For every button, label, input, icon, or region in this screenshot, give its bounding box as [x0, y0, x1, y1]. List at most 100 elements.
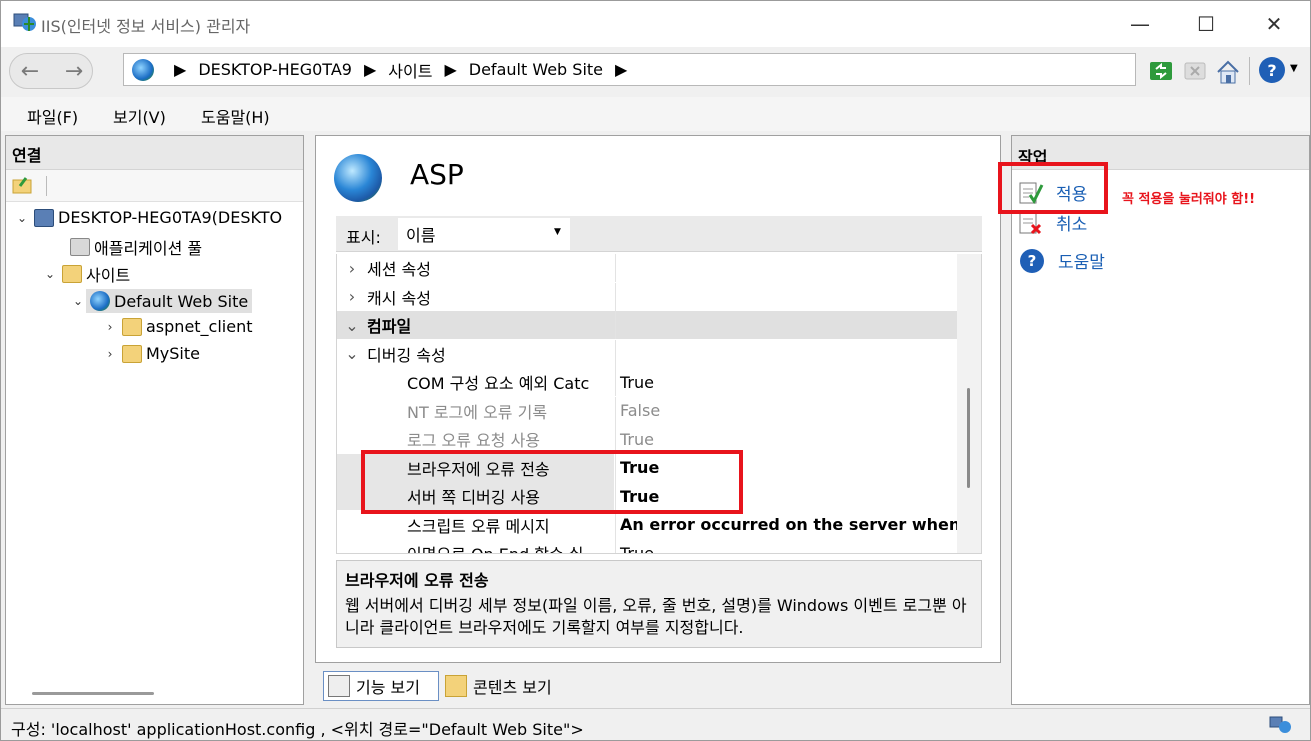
- property-label: 로그 오류 요청 사용: [407, 431, 541, 450]
- app-pool-icon: [70, 238, 90, 256]
- help-icon[interactable]: ?: [1259, 57, 1285, 83]
- tab-content-view-label: 콘텐츠 보기: [473, 678, 552, 697]
- globe-icon: [132, 58, 154, 81]
- help-action[interactable]: ? 도움말: [1018, 248, 1105, 273]
- maximize-button[interactable]: ☐: [1173, 1, 1239, 47]
- display-toolbar: 표시: 이름 ▼: [336, 216, 982, 252]
- property-value[interactable]: True: [615, 425, 957, 453]
- property-group-row[interactable]: ⌄ 디버깅 속성: [337, 339, 957, 368]
- vertical-scrollbar[interactable]: [957, 254, 981, 553]
- tree-server[interactable]: ⌄ DESKTOP-HEG0TA9(DESKTO: [14, 208, 282, 227]
- property-name: 스크립트 오류 메시지: [337, 511, 614, 539]
- property-label: COM 구성 요소 예외 Catc: [407, 374, 590, 393]
- feature-panel: ASP 표시: 이름 ▼ › 세션 속성 › 캐시 속성 ⌄ 컴파일 ⌄ 디버깅 속성 COM …: [315, 135, 1001, 663]
- property-row[interactable]: COM 구성 요소 예외 Catc True: [337, 368, 957, 396]
- property-row[interactable]: 로그 오류 요청 사용 True: [337, 425, 957, 453]
- expand-icon[interactable]: ›: [102, 320, 118, 334]
- property-label: NT 로그에 오류 기록: [407, 402, 548, 422]
- crumb-separator-icon[interactable]: ▶: [615, 60, 627, 79]
- property-row[interactable]: 이면으로 On End 함수 실 True: [337, 539, 957, 553]
- property-row[interactable]: NT 로그에 오류 기록 False: [337, 396, 957, 425]
- menu-help[interactable]: 도움말(H): [201, 104, 270, 128]
- property-value: [615, 282, 957, 311]
- annotation-note: 꼭 적용을 눌러줘야 함!!: [1122, 192, 1256, 207]
- menu-bar: 파일(F) 보기(V) 도움말(H): [1, 97, 1310, 131]
- scrollbar-thumb[interactable]: [967, 388, 970, 488]
- toolbar-divider: [1249, 57, 1250, 85]
- annotation-highlight-box: [361, 450, 743, 514]
- back-button[interactable]: ←: [13, 55, 47, 87]
- breadcrumb-default-site[interactable]: Default Web Site: [469, 60, 603, 79]
- close-button[interactable]: ✕: [1241, 1, 1307, 47]
- tree-aspnet-client[interactable]: › aspnet_client: [102, 317, 253, 336]
- property-name: › 캐시 속성: [337, 283, 614, 311]
- content-view-icon: [445, 675, 467, 697]
- actions-panel: 작업 적용 취소 ? 도움말 꼭 적용을 눌러줘야 함!!: [998, 135, 1310, 705]
- collapse-icon[interactable]: ⌄: [337, 344, 367, 363]
- refresh-icon[interactable]: [1149, 59, 1175, 85]
- window-title: IIS(인터넷 정보 서비스) 관리자: [41, 17, 251, 36]
- chevron-down-icon: ▼: [554, 227, 561, 237]
- menu-view[interactable]: 보기(V): [113, 104, 166, 128]
- expand-icon[interactable]: ›: [337, 287, 367, 306]
- collapse-icon[interactable]: ⌄: [70, 294, 86, 308]
- tab-features-view[interactable]: 기능 보기: [323, 671, 439, 701]
- collapse-icon[interactable]: ⌄: [14, 211, 30, 225]
- breadcrumb-sites[interactable]: 사이트: [388, 58, 432, 82]
- property-row[interactable]: 스크립트 오류 메시지 An error occurred on the serv…: [337, 510, 957, 539]
- expand-icon[interactable]: ›: [337, 259, 367, 278]
- menu-file[interactable]: 파일(F): [27, 104, 78, 128]
- group-label: 디버깅 속성: [367, 345, 446, 365]
- minimize-button[interactable]: —: [1107, 1, 1173, 47]
- help-label: 도움말: [1058, 253, 1105, 273]
- property-value[interactable]: True: [615, 368, 957, 396]
- display-select[interactable]: 이름 ▼: [398, 218, 570, 250]
- property-value[interactable]: An error occurred on the server when p: [615, 510, 957, 539]
- property-value: [615, 254, 957, 282]
- property-name: ⌄ 디버깅 속성: [337, 340, 614, 368]
- features-view-icon: [328, 675, 350, 697]
- description-title: 브라우저에 오류 전송: [345, 571, 489, 590]
- collapse-icon[interactable]: ⌄: [42, 267, 58, 281]
- virtual-dir-icon: [122, 344, 142, 363]
- tree-server-label: DESKTOP-HEG0TA9(DESKTO: [58, 208, 283, 227]
- horizontal-scrollbar[interactable]: [32, 692, 154, 695]
- connect-icon[interactable]: [12, 176, 34, 194]
- tree-aspnet-client-label: aspnet_client: [146, 317, 253, 336]
- group-label: 캐시 속성: [367, 288, 431, 308]
- property-name: 로그 오류 요청 사용: [337, 425, 614, 453]
- property-value[interactable]: False: [615, 396, 957, 425]
- tab-content-view[interactable]: 콘텐츠 보기: [443, 671, 583, 701]
- property-group-row[interactable]: ⌄ 컴파일: [337, 311, 957, 339]
- home-icon[interactable]: [1215, 59, 1241, 85]
- crumb-separator-icon: ▶: [174, 60, 187, 79]
- forward-button[interactable]: →: [57, 55, 91, 87]
- stop-icon[interactable]: [1183, 59, 1209, 85]
- tree-default-site[interactable]: ⌄ Default Web Site: [70, 289, 253, 313]
- connection-status-icon: [1269, 715, 1293, 735]
- connections-toolbar: [6, 170, 303, 202]
- globe-icon: [90, 291, 110, 311]
- connections-header: 연결: [6, 136, 303, 170]
- collapse-icon[interactable]: ⌄: [337, 316, 367, 335]
- property-name: ⌄ 컴파일: [337, 311, 614, 339]
- sites-folder-icon: [62, 265, 82, 283]
- crumb-separator-icon: ▶: [444, 60, 457, 79]
- annotation-apply-box: [998, 162, 1108, 214]
- feature-title: ASP: [410, 158, 464, 191]
- tree-mysite[interactable]: › MySite: [102, 344, 200, 363]
- property-label: 스크립트 오류 메시지: [407, 516, 550, 536]
- asp-globe-icon: [334, 154, 382, 202]
- breadcrumb-server[interactable]: DESKTOP-HEG0TA9: [198, 60, 352, 79]
- help-dropdown-icon[interactable]: ▼: [1290, 63, 1298, 74]
- property-value[interactable]: True: [615, 539, 957, 553]
- property-group-row[interactable]: › 캐시 속성: [337, 282, 957, 311]
- display-label: 표시:: [346, 228, 381, 247]
- tree-app-pools[interactable]: 애플리케이션 풀: [66, 235, 202, 259]
- property-group-row[interactable]: › 세션 속성: [337, 254, 957, 282]
- tree-sites[interactable]: ⌄ 사이트: [42, 262, 130, 286]
- status-text: 구성: 'localhost' applicationHost.config ,…: [11, 720, 584, 739]
- address-bar[interactable]: ▶ DESKTOP-HEG0TA9 ▶ 사이트 ▶ Default Web Si…: [123, 53, 1136, 86]
- expand-icon[interactable]: ›: [102, 347, 118, 361]
- address-toolbar: ← → ▶ DESKTOP-HEG0TA9 ▶ 사이트 ▶ Default We…: [1, 47, 1310, 95]
